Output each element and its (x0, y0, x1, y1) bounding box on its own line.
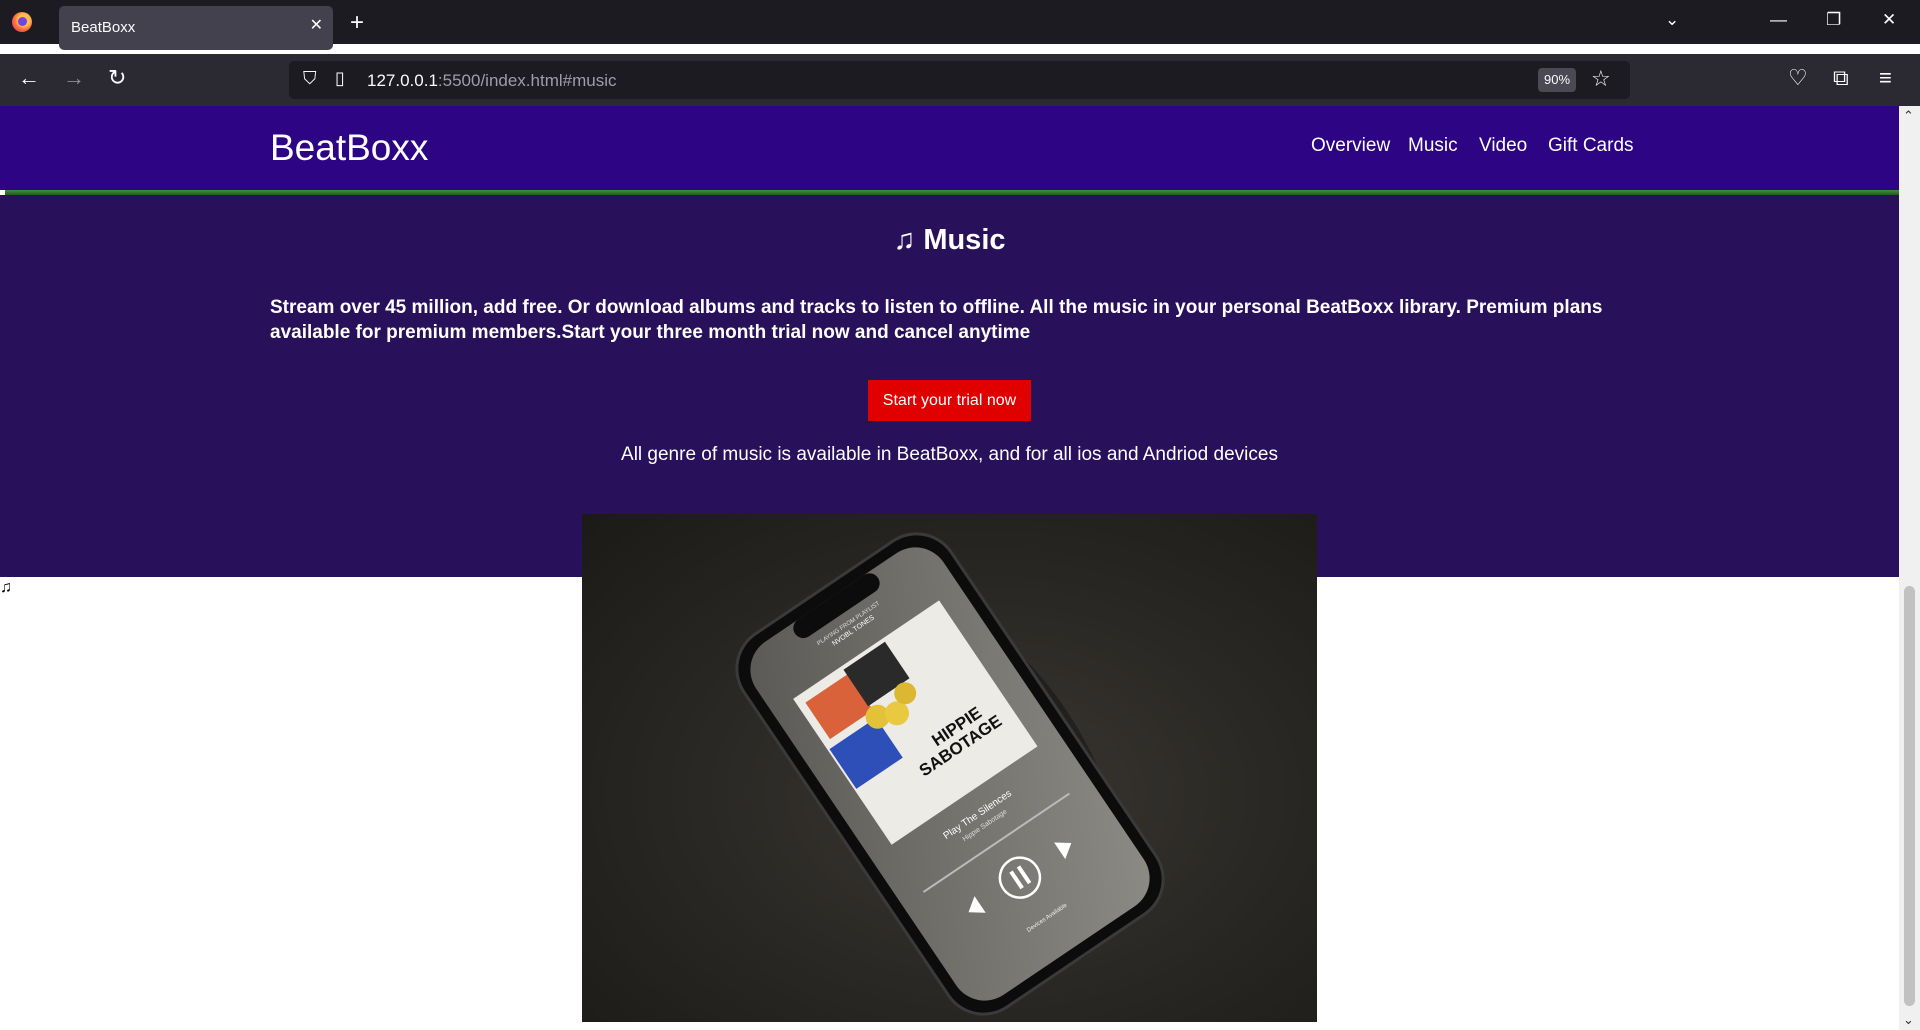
minimize-icon[interactable]: — (1770, 10, 1787, 30)
browser-nav-bar: ← → ↻ ⛉ ▯ 127.0.0.1:5500/index.html#musi… (0, 54, 1920, 106)
zoom-level-badge[interactable]: 90% (1538, 68, 1576, 92)
url-host: 127.0.0.1 (367, 71, 438, 90)
scroll-up-icon[interactable]: ⌃ (1903, 108, 1914, 124)
pocket-icon[interactable]: ♡ (1788, 66, 1808, 90)
url-path: :5500/index.html#music (437, 71, 617, 90)
brand-logo[interactable]: BeatBoxx (270, 127, 428, 169)
page-icon[interactable]: ▯ (335, 68, 345, 89)
phone-illustration: PLAYING FROM PLAYLIST NVOBL TONES HIPPIE… (735, 532, 1165, 1016)
menu-icon[interactable]: ≡ (1879, 66, 1892, 90)
url-text[interactable]: 127.0.0.1:5500/index.html#music (367, 71, 617, 91)
firefox-logo-icon (12, 12, 32, 32)
shield-icon[interactable]: ⛉ (303, 68, 317, 89)
page-scrollbar[interactable]: ⌃ ⌄ (1899, 106, 1920, 1030)
genre-text: All genre of music is available in BeatB… (621, 444, 1278, 465)
tab-close-icon[interactable]: ✕ (310, 15, 323, 35)
close-window-icon[interactable]: ✕ (1882, 10, 1896, 30)
start-trial-button[interactable]: Start your trial now (868, 380, 1031, 421)
bookmark-star-icon[interactable]: ☆ (1591, 66, 1611, 92)
music-description: Stream over 45 million, add free. Or dow… (270, 297, 1603, 343)
address-bar[interactable]: ⛉ ▯ 127.0.0.1:5500/index.html#music 90% … (289, 61, 1630, 99)
site-header: BeatBoxx Overview Music Video Gift Cards (0, 106, 1899, 190)
page-viewport: BeatBoxx Overview Music Video Gift Cards… (0, 106, 1899, 1030)
scrollbar-thumb[interactable] (1904, 586, 1915, 1006)
scroll-down-icon[interactable]: ⌄ (1903, 1012, 1914, 1028)
browser-tab[interactable]: BeatBoxx ✕ (59, 6, 333, 50)
list-all-tabs-icon[interactable]: ⌄ (1665, 10, 1679, 30)
reload-icon[interactable]: ↻ (108, 66, 126, 90)
restore-icon[interactable]: ❐ (1826, 10, 1841, 30)
nav-overview[interactable]: Overview (1311, 135, 1390, 157)
phone-music-image: PLAYING FROM PLAYLIST NVOBL TONES HIPPIE… (582, 514, 1317, 1022)
music-title: Music (923, 224, 1006, 256)
new-tab-button[interactable]: + (350, 9, 364, 37)
music-note-icon-stray: ♫ (0, 579, 12, 596)
extensions-icon[interactable]: ⧉ (1833, 66, 1849, 90)
music-heading: ♫ Music (0, 224, 1899, 257)
nav-music[interactable]: Music (1408, 135, 1458, 157)
browser-tab-bar: BeatBoxx ✕ + ⌄ — ❐ ✕ (0, 0, 1920, 50)
nav-gift-cards[interactable]: Gift Cards (1548, 135, 1634, 157)
back-icon[interactable]: ← (18, 66, 40, 90)
music-note-icon: ♫ (893, 224, 916, 256)
forward-icon[interactable]: → (63, 66, 85, 90)
nav-video[interactable]: Video (1479, 135, 1527, 157)
tab-title: BeatBoxx (71, 19, 136, 36)
